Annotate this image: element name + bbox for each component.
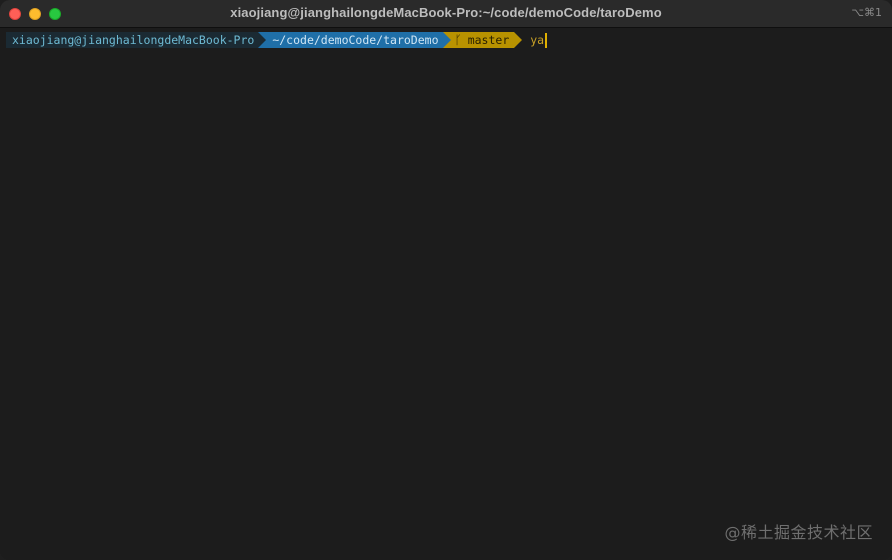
prompt-separator-arrow <box>258 32 267 48</box>
watermark-text: @稀土掘金技术社区 <box>724 523 873 542</box>
terminal-content[interactable]: xiaojiang@jianghailongdeMacBook-Pro ~/co… <box>0 28 892 560</box>
text-cursor <box>545 33 548 48</box>
tab-shortcut-label: ⌥⌘1 <box>851 6 882 19</box>
window-title: xiaojiang@jianghailongdeMacBook-Pro:~/co… <box>230 5 662 20</box>
shell-prompt: xiaojiang@jianghailongdeMacBook-Pro ~/co… <box>6 32 548 48</box>
prompt-separator-arrow <box>514 32 523 48</box>
command-input[interactable]: ya <box>530 32 548 48</box>
terminal-window: xiaojiang@jianghailongdeMacBook-Pro:~/co… <box>0 0 892 560</box>
title-bar[interactable]: xiaojiang@jianghailongdeMacBook-Pro:~/co… <box>0 0 892 28</box>
git-branch-icon: ᚴ <box>454 33 462 47</box>
prompt-separator-arrow <box>442 32 451 48</box>
prompt-user-host: xiaojiang@jianghailongdeMacBook-Pro <box>6 32 259 48</box>
command-text: ya <box>530 33 545 47</box>
prompt-git-segment: ᚴ master <box>450 32 515 48</box>
prompt-git-branch: master <box>467 33 510 47</box>
prompt-directory: ~/code/demoCode/taroDemo <box>266 32 443 48</box>
